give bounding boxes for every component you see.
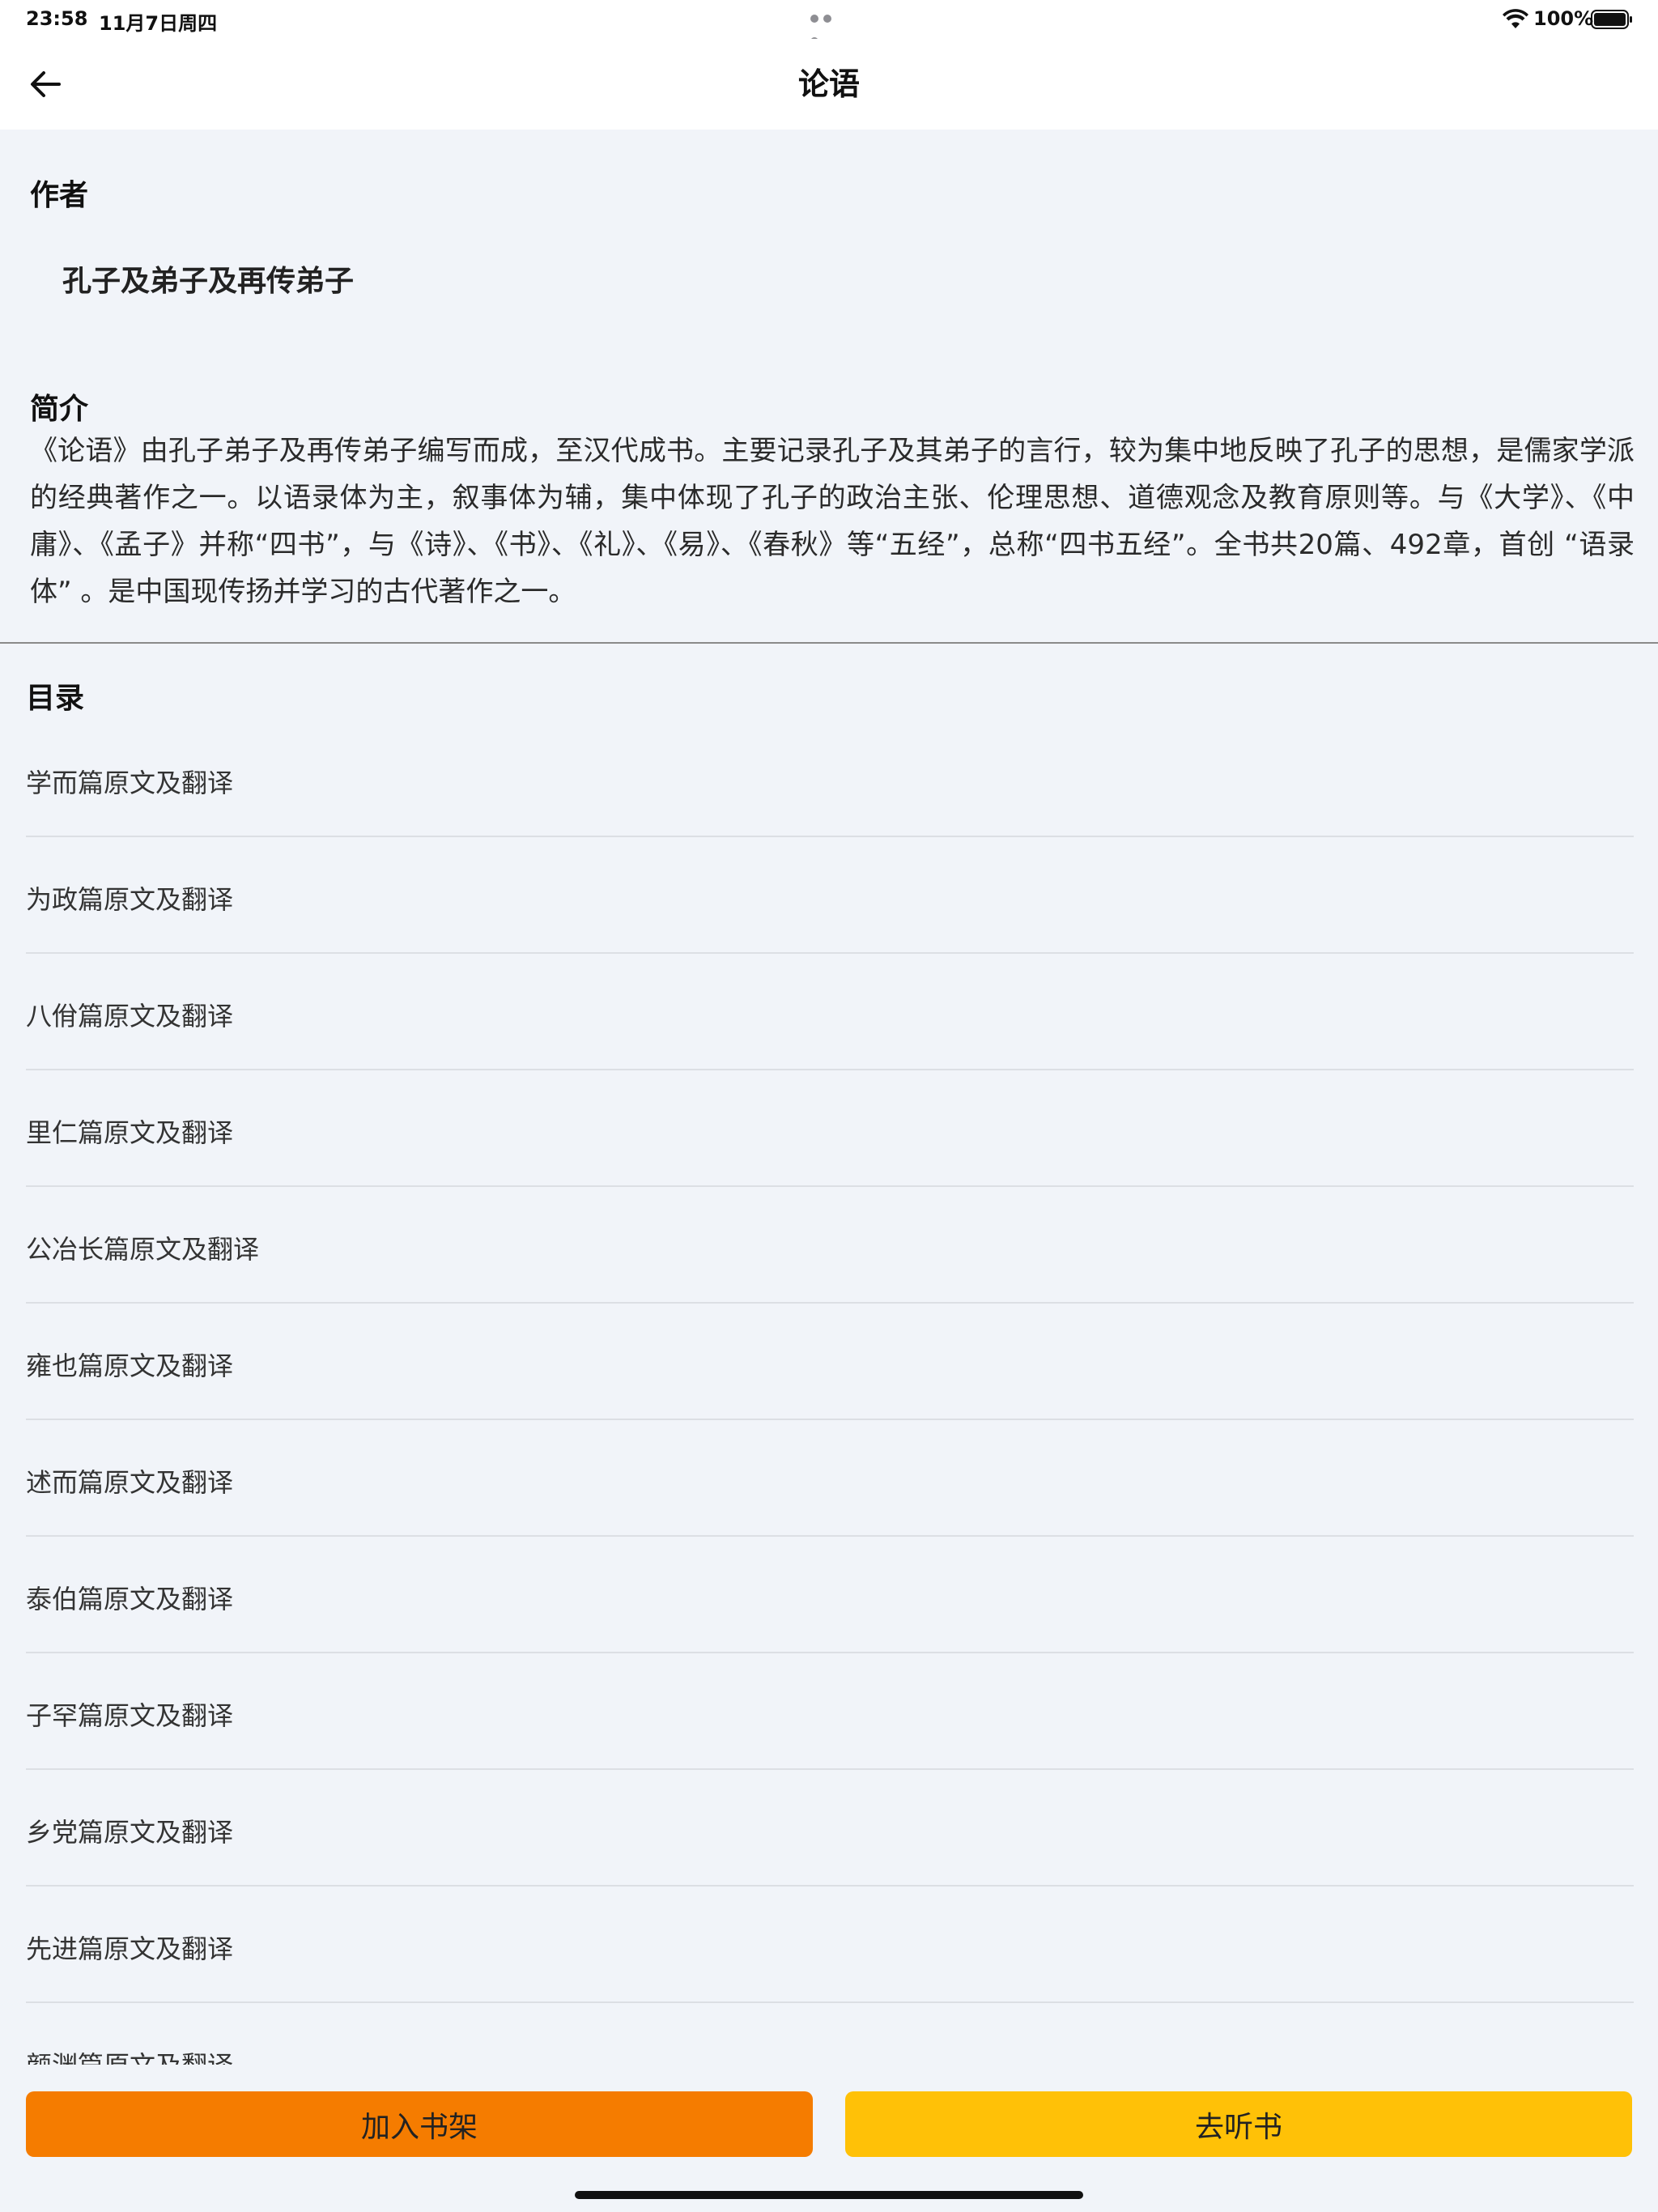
toc-heading: 目录	[26, 682, 85, 715]
arrow-left-icon	[31, 71, 61, 97]
toc-item[interactable]: 为政篇原文及翻译	[26, 837, 1634, 954]
toc-item[interactable]: 里仁篇原文及翻译	[26, 1070, 1634, 1187]
multitasking-dots-icon[interactable]	[810, 15, 848, 45]
author-name: 孔子及弟子及再传弟子	[62, 265, 355, 298]
status-bar: 23:58 11月7日周四 100%	[0, 0, 1658, 45]
listen-button[interactable]: 去听书	[845, 2091, 1632, 2157]
toc-item[interactable]: 泰伯篇原文及翻译	[26, 1537, 1634, 1653]
toc-item[interactable]: 学而篇原文及翻译	[26, 721, 1634, 837]
toc-item[interactable]: 公冶长篇原文及翻译	[26, 1187, 1634, 1304]
toc-item[interactable]: 颜渊篇原文及翻译	[26, 2003, 1634, 2065]
status-date: 11月7日周四	[99, 12, 218, 35]
toc-list[interactable]: 学而篇原文及翻译 为政篇原文及翻译 八佾篇原文及翻译 里仁篇原文及翻译 公冶长篇…	[26, 721, 1634, 2065]
wifi-icon	[1503, 9, 1528, 28]
section-divider	[0, 642, 1658, 644]
battery-icon	[1591, 10, 1632, 29]
toc-item[interactable]: 子罕篇原文及翻译	[26, 1653, 1634, 1770]
bottom-action-bar: 加入书架 去听书	[0, 2065, 1658, 2212]
intro-heading: 简介	[30, 393, 89, 426]
battery-percent: 100%	[1533, 7, 1594, 30]
toc-item[interactable]: 八佾篇原文及翻译	[26, 954, 1634, 1070]
toc-item[interactable]: 述而篇原文及翻译	[26, 1420, 1634, 1537]
add-to-shelf-button[interactable]: 加入书架	[26, 2091, 813, 2157]
intro-text: 《论语》由孔子弟子及再传弟子编写而成，至汉代成书。主要记录孔子及其弟子的言行，较…	[30, 435, 1635, 608]
back-button[interactable]	[21, 62, 70, 107]
toc-item[interactable]: 雍也篇原文及翻译	[26, 1304, 1634, 1420]
navigation-bar: 论语	[0, 39, 1658, 130]
status-time: 23:58	[26, 7, 88, 30]
toc-item[interactable]: 先进篇原文及翻译	[26, 1887, 1634, 2003]
home-indicator[interactable]	[575, 2191, 1083, 2199]
author-heading: 作者	[30, 179, 89, 212]
page-title: 论语	[797, 66, 860, 102]
toc-item[interactable]: 乡党篇原文及翻译	[26, 1770, 1634, 1887]
